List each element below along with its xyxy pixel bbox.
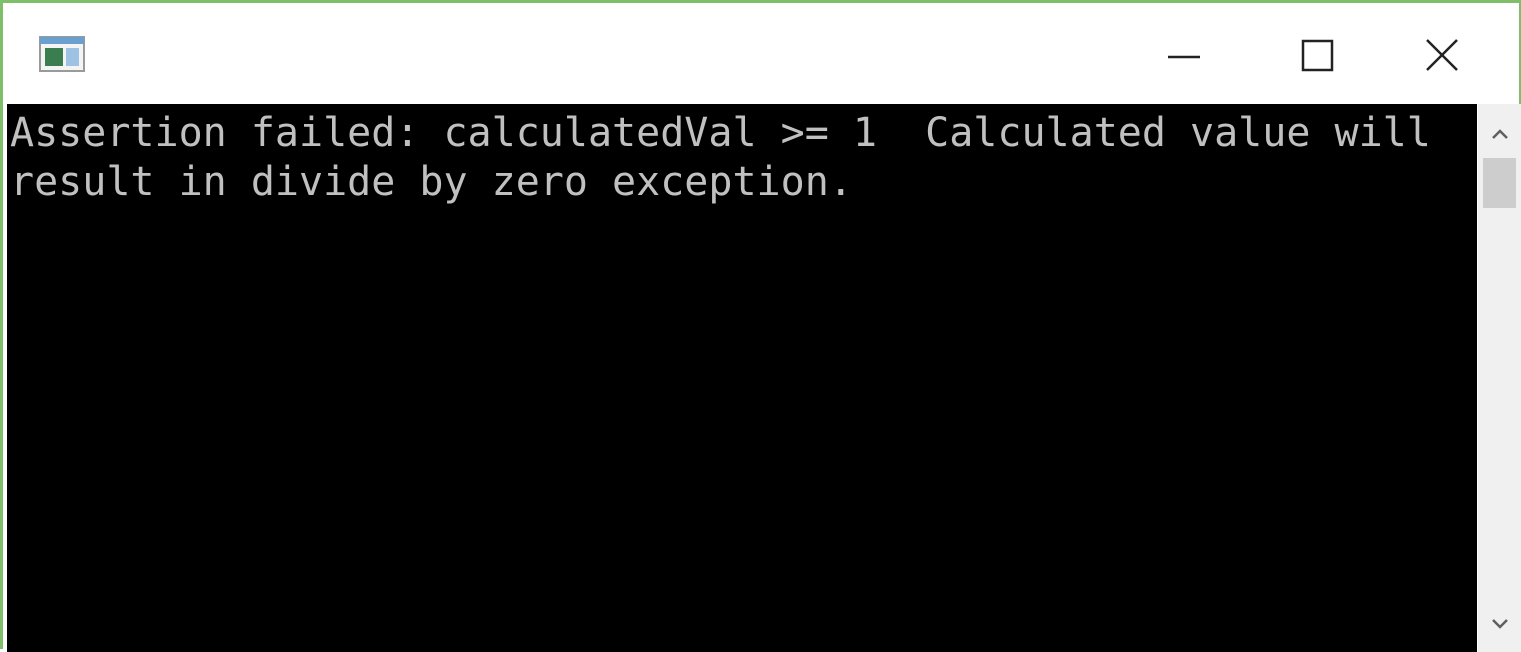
maximize-button[interactable] bbox=[1253, 15, 1383, 95]
vertical-scrollbar[interactable] bbox=[1478, 104, 1521, 652]
scroll-thumb[interactable] bbox=[1483, 158, 1516, 208]
minimize-icon bbox=[1168, 55, 1200, 59]
console-output-area[interactable]: Assertion failed: calculatedVal >= 1 Cal… bbox=[7, 104, 1477, 652]
minimize-button[interactable] bbox=[1119, 15, 1249, 95]
console-window: Assertion failed: calculatedVal >= 1 Cal… bbox=[0, 0, 1521, 652]
console-line: Assertion failed: calculatedVal >= 1 Cal… bbox=[10, 110, 1431, 156]
chevron-down-icon bbox=[1491, 619, 1508, 629]
close-icon bbox=[1426, 39, 1458, 71]
maximize-icon bbox=[1301, 39, 1334, 72]
close-button[interactable] bbox=[1377, 15, 1507, 95]
title-bar[interactable] bbox=[3, 3, 1519, 102]
console-window-icon[interactable] bbox=[39, 36, 85, 72]
chevron-up-icon bbox=[1491, 129, 1508, 139]
console-line: result in divide by zero exception. bbox=[10, 159, 853, 205]
scroll-down-button[interactable] bbox=[1478, 604, 1521, 644]
console-text: Assertion failed: calculatedVal >= 1 Cal… bbox=[7, 104, 1477, 207]
scroll-up-button[interactable] bbox=[1478, 114, 1521, 154]
